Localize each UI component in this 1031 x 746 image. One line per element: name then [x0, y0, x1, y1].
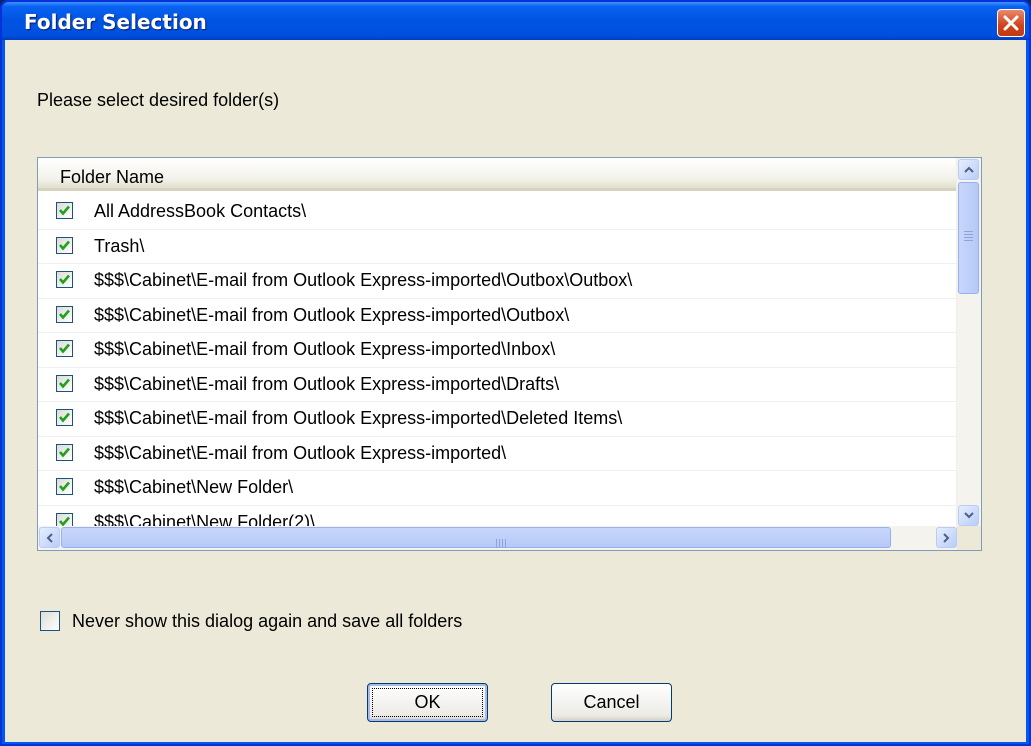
checkmark-icon	[59, 378, 70, 388]
window-title: Folder Selection	[24, 10, 207, 34]
vertical-scrollbar[interactable]	[956, 158, 981, 528]
close-icon	[1003, 15, 1019, 31]
checkmark-icon	[59, 343, 70, 354]
scroll-down-button[interactable]	[958, 505, 979, 526]
dialog-body: Please select desired folder(s) Folder N…	[5, 40, 1026, 742]
dialog-window: Folder Selection Please select desired f…	[0, 0, 1031, 746]
checkmark-icon	[59, 274, 70, 285]
row-label: $$$\Cabinet\E-mail from Outlook Express-…	[94, 339, 556, 359]
scroll-left-button[interactable]	[39, 527, 60, 548]
checkmark-icon	[59, 205, 70, 216]
row-label: Trash\	[94, 235, 145, 256]
title-bar[interactable]: Folder Selection	[2, 2, 1029, 40]
row-checkbox[interactable]	[56, 202, 73, 219]
ok-button[interactable]: OK	[367, 683, 488, 722]
never-show-label[interactable]: Never show this dialog again and save al…	[72, 611, 462, 632]
grip-icon	[496, 533, 508, 548]
scroll-right-button[interactable]	[936, 527, 957, 548]
row-checkbox[interactable]	[56, 374, 73, 392]
list-item[interactable]: $$$\Cabinet\New Folder\	[38, 471, 978, 506]
list-item[interactable]: $$$\Cabinet\E-mail from Outlook Express-…	[38, 264, 978, 299]
chevron-right-icon	[943, 532, 950, 543]
instruction-text: Please select desired folder(s)	[37, 90, 280, 110]
checkmark-icon	[59, 309, 70, 319]
focus-ring	[372, 688, 483, 717]
list-item[interactable]: $$$\Cabinet\E-mail from Outlook Express-…	[38, 333, 978, 368]
list-item[interactable]: All AddressBook Contacts\	[38, 195, 978, 230]
column-header-label: Folder Name	[60, 167, 165, 187]
checkmark-icon	[59, 412, 70, 423]
checkmark-icon	[59, 240, 70, 250]
cancel-button[interactable]: Cancel	[551, 683, 672, 722]
horizontal-scrollbar[interactable]	[38, 526, 981, 550]
row-checkbox[interactable]	[56, 305, 73, 323]
row-checkbox[interactable]	[56, 271, 73, 288]
row-label: $$$\Cabinet\E-mail from Outlook Express-…	[94, 408, 623, 428]
list-item[interactable]: $$$\Cabinet\E-mail from Outlook Express-…	[38, 437, 978, 471]
folder-list[interactable]: Folder Name All AddressBook Contacts\ Tra…	[37, 157, 982, 551]
folder-rows: All AddressBook Contacts\ Trash\ $$$\Cabin…	[38, 195, 978, 540]
row-checkbox[interactable]	[56, 236, 73, 254]
list-item[interactable]: $$$\Cabinet\E-mail from Outlook Express-…	[38, 402, 978, 437]
row-checkbox[interactable]	[56, 340, 73, 357]
column-header-folder-name[interactable]: Folder Name	[38, 158, 978, 191]
row-label: $$$\Cabinet\E-mail from Outlook Express-…	[94, 304, 570, 325]
horizontal-scroll-thumb[interactable]	[61, 527, 891, 548]
row-label: All AddressBook Contacts\	[94, 201, 307, 221]
scroll-corner	[957, 526, 981, 550]
row-label: $$$\Cabinet\E-mail from Outlook Express-…	[94, 442, 507, 463]
chevron-down-icon	[963, 512, 974, 519]
list-item[interactable]: Trash\	[38, 230, 978, 264]
checkmark-icon	[59, 481, 70, 492]
chevron-up-icon	[963, 166, 974, 173]
list-item[interactable]: $$$\Cabinet\E-mail from Outlook Express-…	[38, 299, 978, 333]
vertical-scroll-thumb[interactable]	[958, 182, 979, 294]
checkmark-icon	[59, 447, 70, 457]
scroll-up-button[interactable]	[958, 159, 979, 180]
never-show-checkbox[interactable]	[40, 611, 60, 631]
row-checkbox[interactable]	[56, 409, 73, 426]
row-label: $$$\Cabinet\E-mail from Outlook Express-…	[94, 373, 560, 394]
chevron-left-icon	[46, 532, 53, 543]
list-item[interactable]: $$$\Cabinet\E-mail from Outlook Express-…	[38, 368, 978, 402]
row-label: $$$\Cabinet\E-mail from Outlook Express-…	[94, 270, 633, 290]
row-label: $$$\Cabinet\New Folder\	[94, 477, 294, 497]
row-checkbox[interactable]	[56, 478, 73, 495]
cancel-button-label: Cancel	[583, 692, 640, 712]
grip-icon	[964, 231, 973, 243]
close-button[interactable]	[997, 9, 1025, 37]
row-checkbox[interactable]	[56, 443, 73, 461]
